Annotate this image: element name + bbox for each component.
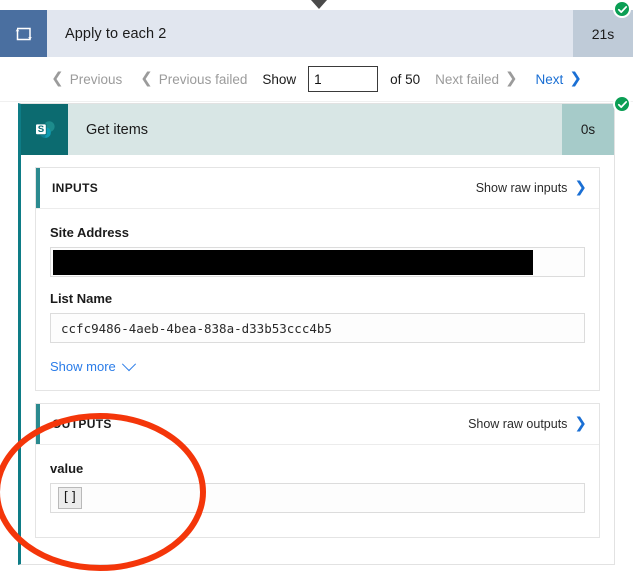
list-name-text: ccfc9486-4aeb-4bea-838a-d33b53ccc4b5 <box>61 320 332 336</box>
outputs-body: value [] <box>36 445 599 537</box>
inputs-title: INPUTS <box>52 181 99 195</box>
redaction-bar <box>53 250 533 275</box>
list-name-value[interactable]: ccfc9486-4aeb-4bea-838a-d33b53ccc4b5 <box>50 313 585 343</box>
check-circle-icon <box>613 0 631 18</box>
show-label: Show <box>262 71 297 87</box>
get-items-action-card: S Get items 0s INPUTS Show raw inputs ❯ <box>18 103 615 565</box>
iteration-pager: ❮ Previous ❮ Previous failed Show of 50 … <box>0 57 633 102</box>
show-raw-inputs-link[interactable]: Show raw inputs ❯ <box>475 177 587 196</box>
previous-label: Previous <box>69 71 123 87</box>
chevron-right-icon: ❯ <box>574 177 587 196</box>
show-raw-outputs-label: Show raw outputs <box>468 417 568 431</box>
chevron-right-icon: ❯ <box>569 68 582 87</box>
output-value-field: value [] <box>50 461 585 513</box>
get-items-body: INPUTS Show raw inputs ❯ Site Address Li… <box>21 155 614 564</box>
site-address-label: Site Address <box>50 225 129 240</box>
outputs-header: OUTPUTS Show raw outputs ❯ <box>36 404 599 445</box>
previous-button[interactable]: ❮ Previous <box>42 68 131 87</box>
outputs-title: OUTPUTS <box>52 417 112 431</box>
chevron-down-icon <box>121 356 136 371</box>
next-failed-label: Next failed <box>435 71 499 87</box>
get-items-title: Get items <box>86 121 149 138</box>
previous-failed-label: Previous failed <box>158 71 248 87</box>
sharepoint-icon: S <box>21 104 68 155</box>
show-more-label: Show more <box>50 359 116 374</box>
page-number-input[interactable] <box>308 66 379 92</box>
chevron-right-icon: ❯ <box>574 413 587 432</box>
next-failed-button[interactable]: Next failed ❯ <box>426 68 526 87</box>
check-circle-icon <box>613 95 631 113</box>
output-value-box[interactable]: [] <box>50 483 585 513</box>
output-value-label: value <box>50 461 84 476</box>
empty-array-chip: [] <box>58 487 82 509</box>
show-raw-outputs-link[interactable]: Show raw outputs ❯ <box>468 413 587 432</box>
outputs-section: OUTPUTS Show raw outputs ❯ value [] <box>35 403 600 538</box>
list-name-label: List Name <box>50 291 113 306</box>
caret-down-icon[interactable] <box>311 0 327 9</box>
inputs-body: Site Address List Name ccfc9486-4aeb-4be… <box>36 209 599 390</box>
svg-text:S: S <box>37 124 44 135</box>
page-total-label: of 50 <box>390 71 421 87</box>
show-raw-inputs-label: Show raw inputs <box>475 181 568 195</box>
chevron-left-icon: ❮ <box>140 68 153 87</box>
chevron-right-icon: ❯ <box>504 68 518 87</box>
section-accent-bar <box>36 404 40 444</box>
next-label: Next <box>535 71 564 87</box>
apply-to-each-header[interactable]: Apply to each 2 21s <box>0 10 633 57</box>
get-items-header[interactable]: S Get items 0s <box>21 104 614 155</box>
get-items-duration: 0s <box>562 104 614 155</box>
inputs-header: INPUTS Show raw inputs ❯ <box>36 168 599 209</box>
flow-run-details-panel: Apply to each 2 21s ❮ Previous ❮ Previou… <box>0 0 633 577</box>
next-button[interactable]: Next ❯ <box>527 68 591 87</box>
previous-failed-button[interactable]: ❮ Previous failed <box>131 68 256 87</box>
site-address-value[interactable] <box>50 247 585 277</box>
site-address-field: Site Address <box>50 225 585 277</box>
inputs-section: INPUTS Show raw inputs ❯ Site Address Li… <box>35 167 600 391</box>
list-name-field: List Name ccfc9486-4aeb-4bea-838a-d33b53… <box>50 291 585 343</box>
loop-foreach-icon <box>0 10 47 57</box>
section-accent-bar <box>36 168 40 208</box>
show-more-button[interactable]: Show more <box>50 356 136 380</box>
apply-to-each-title: Apply to each 2 <box>65 25 167 42</box>
chevron-left-icon: ❮ <box>51 68 64 87</box>
